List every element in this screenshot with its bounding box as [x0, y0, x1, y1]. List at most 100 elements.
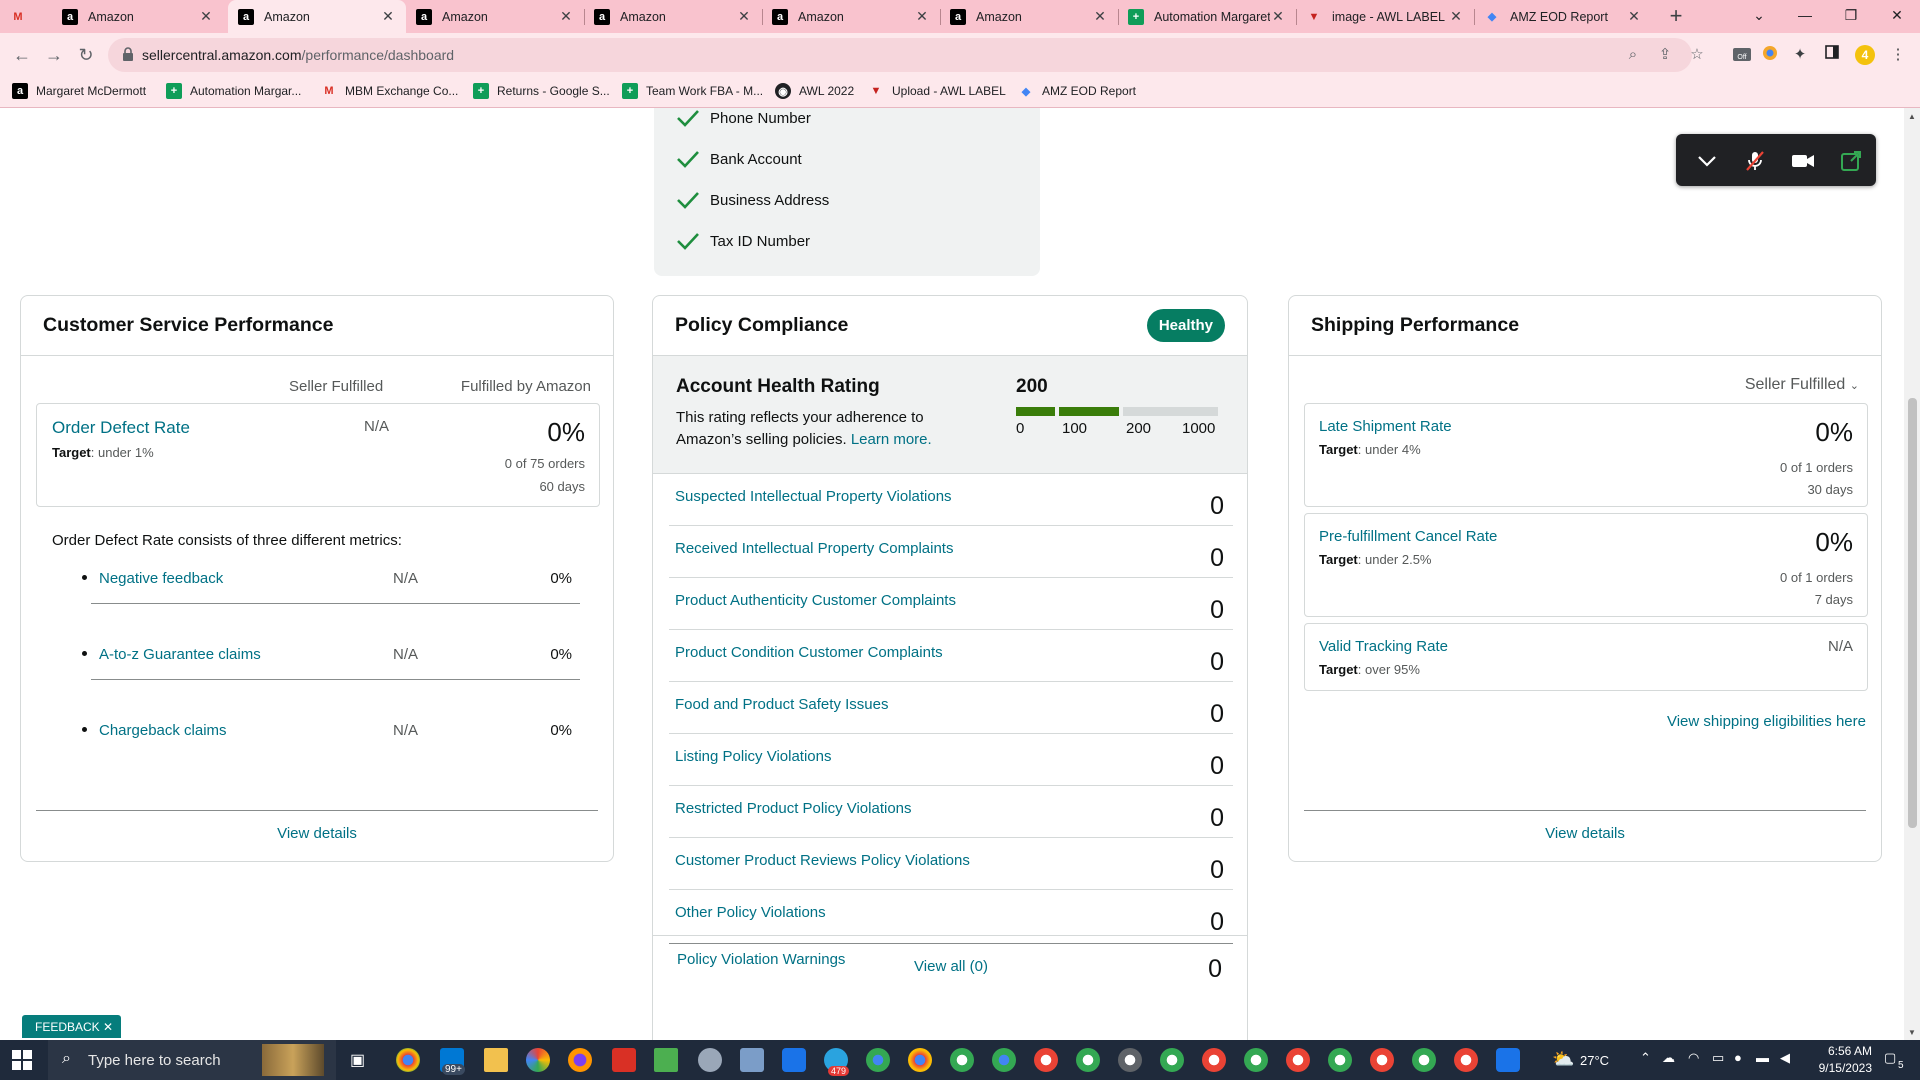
minimize-icon[interactable]: —	[1782, 0, 1828, 30]
address-bar[interactable]: sellercentral.amazon.com/performance/das…	[108, 38, 1704, 72]
microphone-icon[interactable]: ●	[1734, 1050, 1742, 1065]
shipping-eligibilities-link[interactable]: View shipping eligibilities here	[1667, 713, 1866, 730]
scroll-down-icon[interactable]: ▼	[1908, 1028, 1916, 1037]
clock-date[interactable]: 9/15/2023	[1804, 1061, 1872, 1075]
tab-amazon-1[interactable]: a Amazon ✕	[52, 0, 224, 33]
reload-icon[interactable]: ↻	[72, 41, 100, 69]
a-to-z-claims-link[interactable]: A-to-z Guarantee claims	[99, 646, 261, 663]
chrome-profile-icon[interactable]	[866, 1048, 890, 1072]
chrome-profile-icon[interactable]	[908, 1048, 932, 1072]
tab-automation-margaret[interactable]: + Automation Margaret ✕	[1118, 0, 1296, 33]
tab-amazon-5[interactable]: a Amazon ✕	[762, 0, 940, 33]
order-defect-rate-link[interactable]: Order Defect Rate	[52, 418, 190, 438]
browser-menu-icon[interactable]: ⋮	[1888, 45, 1908, 65]
tab-amazon-active[interactable]: a Amazon ✕	[228, 0, 406, 33]
remote-app-icon[interactable]	[1496, 1048, 1520, 1072]
pre-fulfillment-cancel-rate-link[interactable]: Pre-fulfillment Cancel Rate	[1319, 528, 1497, 545]
page-scrollbar[interactable]: ▲ ▼	[1904, 108, 1920, 1040]
chrome-profile-icon[interactable]	[950, 1048, 974, 1072]
extensions-puzzle-icon[interactable]: ✦	[1790, 45, 1810, 65]
chrome-profile-icon[interactable]	[1202, 1048, 1226, 1072]
webcam-icon[interactable]: ▭	[1712, 1050, 1724, 1066]
chrome-profile-icon[interactable]	[1076, 1048, 1100, 1072]
feedback-button[interactable]: FEEDBACK ✕	[22, 1015, 122, 1038]
notifications-icon[interactable]: ▢	[1884, 1050, 1896, 1066]
policy-link[interactable]: Other Policy Violations	[675, 904, 826, 921]
valid-tracking-rate-link[interactable]: Valid Tracking Rate	[1319, 638, 1448, 655]
volume-icon[interactable]: ◀	[1780, 1050, 1790, 1066]
new-tab-button[interactable]: +	[1662, 2, 1690, 30]
color-picker-app-icon[interactable]	[526, 1048, 550, 1072]
tab-awl-label[interactable]: ▼ image - AWL LABEL ✕	[1296, 0, 1474, 33]
bookmark-automation-margaret[interactable]: + Automation Margar...	[166, 83, 301, 99]
extension-off-icon[interactable]: Off	[1732, 45, 1752, 65]
close-icon[interactable]: ✕	[380, 8, 396, 25]
scroll-up-icon[interactable]: ▲	[1908, 112, 1916, 121]
policy-link[interactable]: Product Authenticity Customer Complaints	[675, 592, 956, 609]
chrome-profile-icon[interactable]	[1034, 1048, 1058, 1072]
chrome-profile-icon[interactable]	[1454, 1048, 1478, 1072]
side-panel-icon[interactable]	[1822, 45, 1842, 65]
view-details-link[interactable]: View details	[1304, 810, 1866, 842]
policy-link[interactable]: Suspected Intellectual Property Violatio…	[675, 488, 952, 505]
show-hidden-icons-icon[interactable]: ⌃	[1640, 1050, 1651, 1066]
learn-more-link[interactable]: Learn more.	[851, 431, 932, 448]
open-external-icon[interactable]	[1838, 148, 1864, 174]
chargeback-claims-link[interactable]: Chargeback claims	[99, 722, 227, 739]
chrome-profile-icon[interactable]	[1118, 1048, 1142, 1072]
tab-amazon-3[interactable]: a Amazon ✕	[406, 0, 584, 33]
policy-link[interactable]: Food and Product Safety Issues	[675, 696, 888, 713]
chrome-profile-icon[interactable]	[1328, 1048, 1352, 1072]
zoom-app-icon[interactable]	[782, 1048, 806, 1072]
close-icon[interactable]: ✕	[1270, 8, 1286, 25]
chevron-down-icon[interactable]	[1694, 148, 1720, 174]
photos-app-icon[interactable]	[698, 1048, 722, 1072]
windows-start-icon[interactable]	[12, 1050, 32, 1070]
close-icon[interactable]: ✕	[736, 8, 752, 25]
policy-link[interactable]: Received Intellectual Property Complaint…	[675, 540, 953, 557]
late-shipment-rate-link[interactable]: Late Shipment Rate	[1319, 418, 1452, 435]
tab-gmail[interactable]: M	[0, 0, 52, 33]
wps-office-icon[interactable]	[612, 1048, 636, 1072]
bookmark-amz-eod-report[interactable]: ◆ AMZ EOD Report	[1018, 83, 1136, 99]
camera-icon[interactable]	[1790, 148, 1816, 174]
tab-amz-eod-report[interactable]: ◆ AMZ EOD Report ✕	[1474, 0, 1652, 33]
chrome-profile-icon[interactable]	[1412, 1048, 1436, 1072]
close-icon[interactable]: ✕	[1448, 8, 1464, 25]
task-view-icon[interactable]: ▣	[350, 1050, 365, 1070]
battery-icon[interactable]: ▬	[1756, 1050, 1769, 1065]
view-details-link[interactable]: View details	[36, 810, 598, 842]
bookmark-team-work-fba[interactable]: + Team Work FBA - M...	[622, 83, 763, 99]
bookmark-margaret-mcdermott[interactable]: a Margaret McDermott	[12, 83, 146, 99]
restore-icon[interactable]: ❐	[1828, 0, 1874, 30]
fulfillment-filter-dropdown[interactable]: Seller Fulfilled ⌄	[1745, 376, 1859, 394]
firefox-icon[interactable]	[568, 1048, 592, 1072]
policy-violation-warnings-link[interactable]: Policy Violation Warnings	[677, 951, 845, 968]
clock-time[interactable]: 6:56 AM	[1804, 1044, 1872, 1058]
share-icon[interactable]: ⇪	[1656, 46, 1674, 64]
notepad-icon[interactable]	[740, 1048, 764, 1072]
close-icon[interactable]: ✕	[914, 8, 930, 25]
window-close-icon[interactable]: ✕	[1874, 0, 1920, 30]
chrome-profile-icon[interactable]	[1160, 1048, 1184, 1072]
bookmark-mbm-exchange[interactable]: M MBM Exchange Co...	[321, 83, 458, 99]
bookmark-upload-awl-label[interactable]: ▼ Upload - AWL LABEL	[868, 83, 1006, 99]
policy-link[interactable]: Listing Policy Violations	[675, 748, 831, 765]
network-icon[interactable]: ☁	[1662, 1050, 1675, 1066]
close-icon[interactable]: ✕	[558, 8, 574, 25]
microphone-muted-icon[interactable]	[1742, 148, 1768, 174]
weather-temperature[interactable]: 27°C	[1580, 1053, 1609, 1068]
chrome-profile-icon[interactable]	[1370, 1048, 1394, 1072]
bookmark-star-icon[interactable]: ☆	[1688, 46, 1706, 64]
close-icon[interactable]: ✕	[103, 1020, 113, 1034]
chrome-profile-icon[interactable]	[1286, 1048, 1310, 1072]
close-icon[interactable]: ✕	[1092, 8, 1108, 25]
negative-feedback-link[interactable]: Negative feedback	[99, 570, 223, 587]
chrome-profile-icon[interactable]	[1244, 1048, 1268, 1072]
policy-link[interactable]: Customer Product Reviews Policy Violatio…	[675, 852, 970, 869]
zoom-icon[interactable]: ⌕	[1624, 46, 1642, 64]
scrollbar-thumb[interactable]	[1908, 398, 1917, 828]
close-icon[interactable]: ✕	[1626, 8, 1642, 25]
close-icon[interactable]: ✕	[198, 8, 214, 25]
back-icon[interactable]: ←	[8, 41, 36, 69]
